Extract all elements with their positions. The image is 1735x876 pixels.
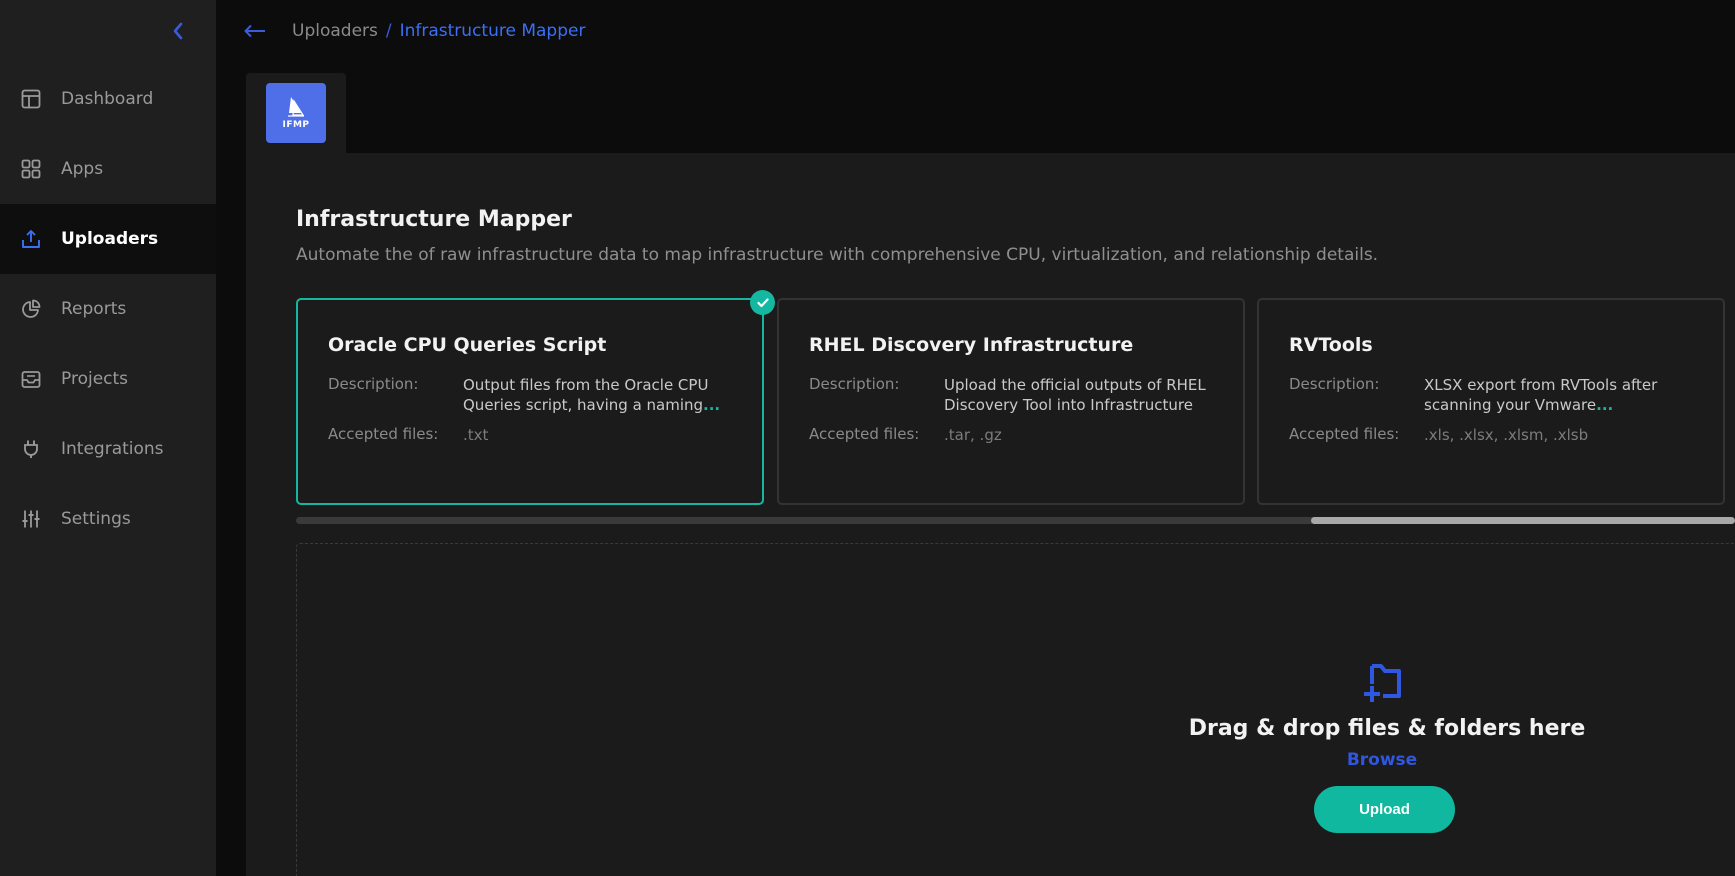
accepted-files-label: Accepted files: [1289, 425, 1400, 443]
upload-button[interactable]: Upload [1314, 786, 1455, 833]
sidebar-nav: Dashboard Apps Uploaders Reports Project… [0, 64, 216, 554]
breadcrumb: Uploaders / Infrastructure Mapper [216, 0, 1735, 62]
uploader-card-rvtools[interactable]: RVTools Description: XLSX export from RV… [1257, 298, 1725, 505]
description-label: Description: [1289, 375, 1380, 393]
breadcrumb-parent-link[interactable]: Uploaders [292, 21, 378, 41]
chevron-left-icon [173, 22, 183, 40]
breadcrumb-separator: / [385, 21, 392, 41]
plug-icon [20, 438, 42, 460]
ifmp-logo[interactable]: IFMP [266, 83, 326, 143]
sidebar-item-settings[interactable]: Settings [0, 484, 216, 554]
read-more-ellipsis[interactable]: ... [1596, 396, 1613, 414]
description-value: Upload the official outputs of RHEL Disc… [944, 375, 1214, 415]
back-button[interactable] [244, 24, 268, 38]
description-text: Upload the official outputs of RHEL Disc… [944, 376, 1206, 414]
sidebar-item-reports[interactable]: Reports [0, 274, 216, 344]
read-more-ellipsis[interactable]: ... [703, 396, 720, 414]
uploader-card-oracle-cpu[interactable]: Oracle CPU Queries Script Description: O… [296, 290, 775, 505]
uploader-cards: Oracle CPU Queries Script Description: O… [296, 290, 1735, 508]
pie-chart-icon [20, 298, 42, 320]
page-subtitle: Automate the of raw infrastructure data … [296, 245, 1379, 265]
page-title: Infrastructure Mapper [296, 207, 572, 232]
uploader-card-rhel-discovery[interactable]: RHEL Discovery Infrastructure Descriptio… [777, 298, 1245, 505]
breadcrumb-current: Infrastructure Mapper [399, 21, 586, 41]
dropzone-title: Drag & drop files & folders here [1188, 716, 1586, 741]
sidebar-item-apps[interactable]: Apps [0, 134, 216, 204]
sidebar-item-label: Settings [61, 509, 131, 529]
cards-horizontal-scrollbar[interactable] [296, 517, 1735, 524]
sidebar-item-projects[interactable]: Projects [0, 344, 216, 414]
accepted-files-label: Accepted files: [328, 425, 439, 443]
description-value: Output files from the Oracle CPU Queries… [463, 375, 733, 415]
upload-icon [20, 228, 42, 250]
description-text: Output files from the Oracle CPU Queries… [463, 376, 709, 414]
check-icon [756, 297, 769, 307]
sidebar-item-integrations[interactable]: Integrations [0, 414, 216, 484]
arrow-left-icon [244, 24, 265, 38]
sidebar-item-dashboard[interactable]: Dashboard [0, 64, 216, 134]
accepted-files-value: .tar, .gz [944, 426, 1002, 444]
sidebar: Dashboard Apps Uploaders Reports Project… [0, 0, 216, 876]
apps-grid-icon [20, 158, 42, 180]
sliders-icon [20, 508, 42, 530]
main-panel: Infrastructure Mapper Automate the of ra… [246, 153, 1735, 876]
sail-logo-icon [288, 97, 305, 117]
collapse-sidebar-button[interactable] [168, 20, 188, 42]
sidebar-item-uploaders[interactable]: Uploaders [0, 204, 216, 274]
tab-ifmp[interactable]: IFMP [246, 73, 346, 153]
selected-check-badge [750, 290, 775, 315]
sidebar-item-label: Apps [61, 159, 104, 179]
accepted-files-value: .xls, .xlsx, .xlsm, .xlsb [1424, 426, 1589, 444]
card-title: RHEL Discovery Infrastructure [809, 334, 1134, 356]
sidebar-item-label: Reports [61, 299, 127, 319]
browse-link[interactable]: Browse [1337, 750, 1427, 770]
logo-text: IFMP [282, 120, 310, 130]
accepted-files-label: Accepted files: [809, 425, 920, 443]
card-title: Oracle CPU Queries Script [328, 334, 607, 356]
file-dropzone[interactable]: Drag & drop files & folders here Browse … [296, 543, 1735, 876]
sidebar-item-label: Projects [61, 369, 129, 389]
dashboard-icon [20, 88, 42, 110]
sidebar-item-label: Integrations [61, 439, 164, 459]
app-window: Dashboard Apps Uploaders Reports Project… [0, 0, 1735, 876]
inbox-icon [20, 368, 42, 390]
sidebar-item-label: Uploaders [61, 229, 159, 249]
sidebar-item-label: Dashboard [61, 89, 154, 109]
description-label: Description: [328, 375, 419, 393]
description-label: Description: [809, 375, 900, 393]
accepted-files-value: .txt [463, 426, 489, 444]
folder-add-icon [1361, 662, 1407, 708]
scrollbar-thumb[interactable] [1311, 517, 1735, 524]
card-title: RVTools [1289, 334, 1373, 356]
description-text: XLSX export from RVTools after scanning … [1424, 376, 1658, 414]
description-value: XLSX export from RVTools after scanning … [1424, 375, 1694, 415]
